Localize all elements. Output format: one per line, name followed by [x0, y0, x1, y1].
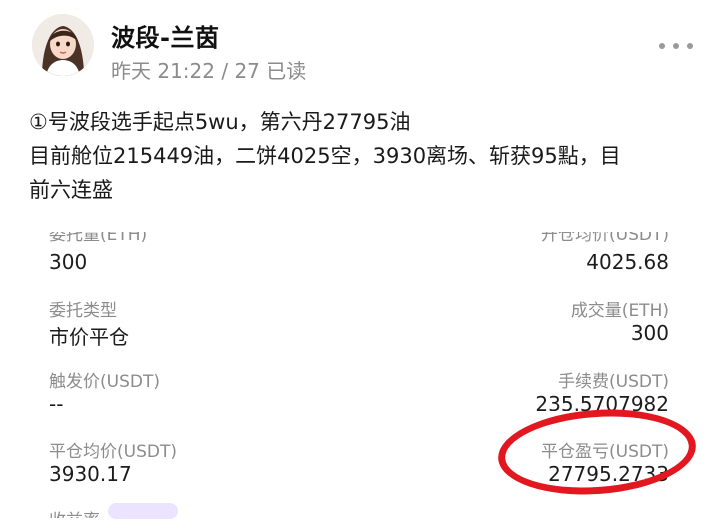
post-text: ①号波段选手起点5wu，第六丹27795油目前舱位215449油，二饼4025空… [29, 105, 699, 207]
order-type-label: 委托类型 [49, 301, 117, 321]
dot [687, 43, 693, 49]
more-dots-icon[interactable] [659, 40, 693, 52]
post-meta: 昨天 21:22 / 27 已读 [111, 59, 307, 83]
trigger-price-value: -- [49, 392, 64, 416]
post-text-line: 前六连盛 [29, 178, 113, 202]
post-text-line: 目前舱位215449油，二饼4025空，3930离场、斩获95點，目 [29, 144, 621, 168]
trigger-price-label: 触发价(USDT) [49, 372, 160, 392]
avatar-image [32, 14, 94, 76]
close-avg-price-value: 3930.17 [49, 462, 132, 486]
order-qty-value: 300 [49, 250, 88, 274]
order-qty-label: 委托量(ETH) [49, 226, 148, 245]
dot [659, 43, 665, 49]
filled-qty-label: 成交量(ETH) [570, 301, 669, 321]
blurred-region [108, 503, 178, 519]
fee-label: 手续费(USDT) [558, 372, 669, 392]
close-avg-price-label: 平仓均价(USDT) [49, 442, 177, 462]
author-avatar[interactable] [32, 14, 94, 76]
open-avg-price-label: 开仓均价(USDT) [541, 226, 669, 245]
dot [673, 43, 679, 49]
filled-qty-value: 300 [630, 321, 669, 345]
order-type-value: 市价平仓 [49, 325, 129, 349]
return-rate-label: 收益率 [49, 506, 100, 518]
post-text-line: ①号波段选手起点5wu，第六丹27795油 [29, 110, 411, 134]
open-avg-price-value: 4025.68 [586, 250, 669, 274]
author-name[interactable]: 波段-兰茵 [111, 18, 219, 53]
